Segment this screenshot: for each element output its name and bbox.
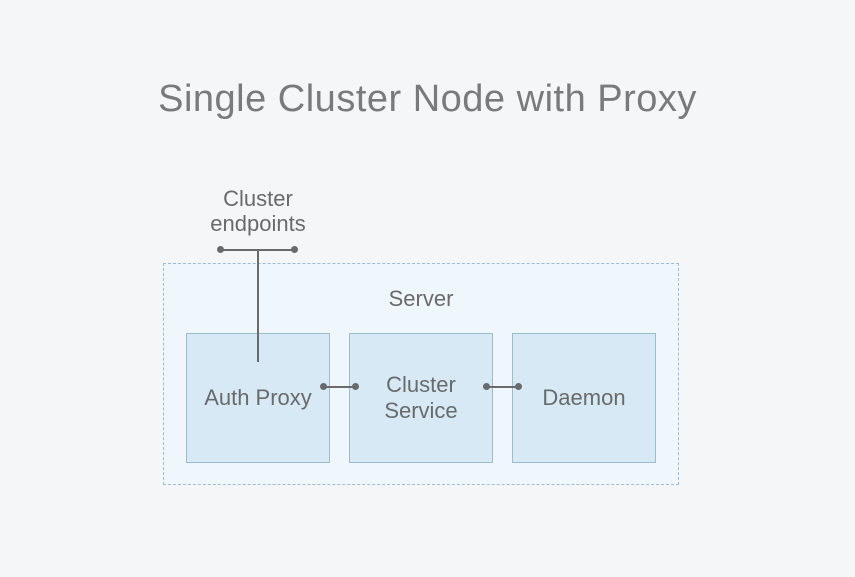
connector-line bbox=[487, 386, 518, 388]
cluster-service-node: Cluster Service bbox=[349, 333, 493, 463]
cluster-service-label: Cluster Service bbox=[350, 372, 492, 425]
diagram-title: Single Cluster Node with Proxy bbox=[0, 78, 855, 121]
daemon-label: Daemon bbox=[542, 385, 625, 411]
auth-proxy-label: Auth Proxy bbox=[204, 385, 312, 411]
connector-line bbox=[257, 249, 259, 362]
server-label: Server bbox=[163, 286, 679, 312]
cluster-endpoints-label: Cluster endpoints bbox=[186, 186, 330, 237]
daemon-node: Daemon bbox=[512, 333, 656, 463]
connector-line bbox=[324, 386, 355, 388]
